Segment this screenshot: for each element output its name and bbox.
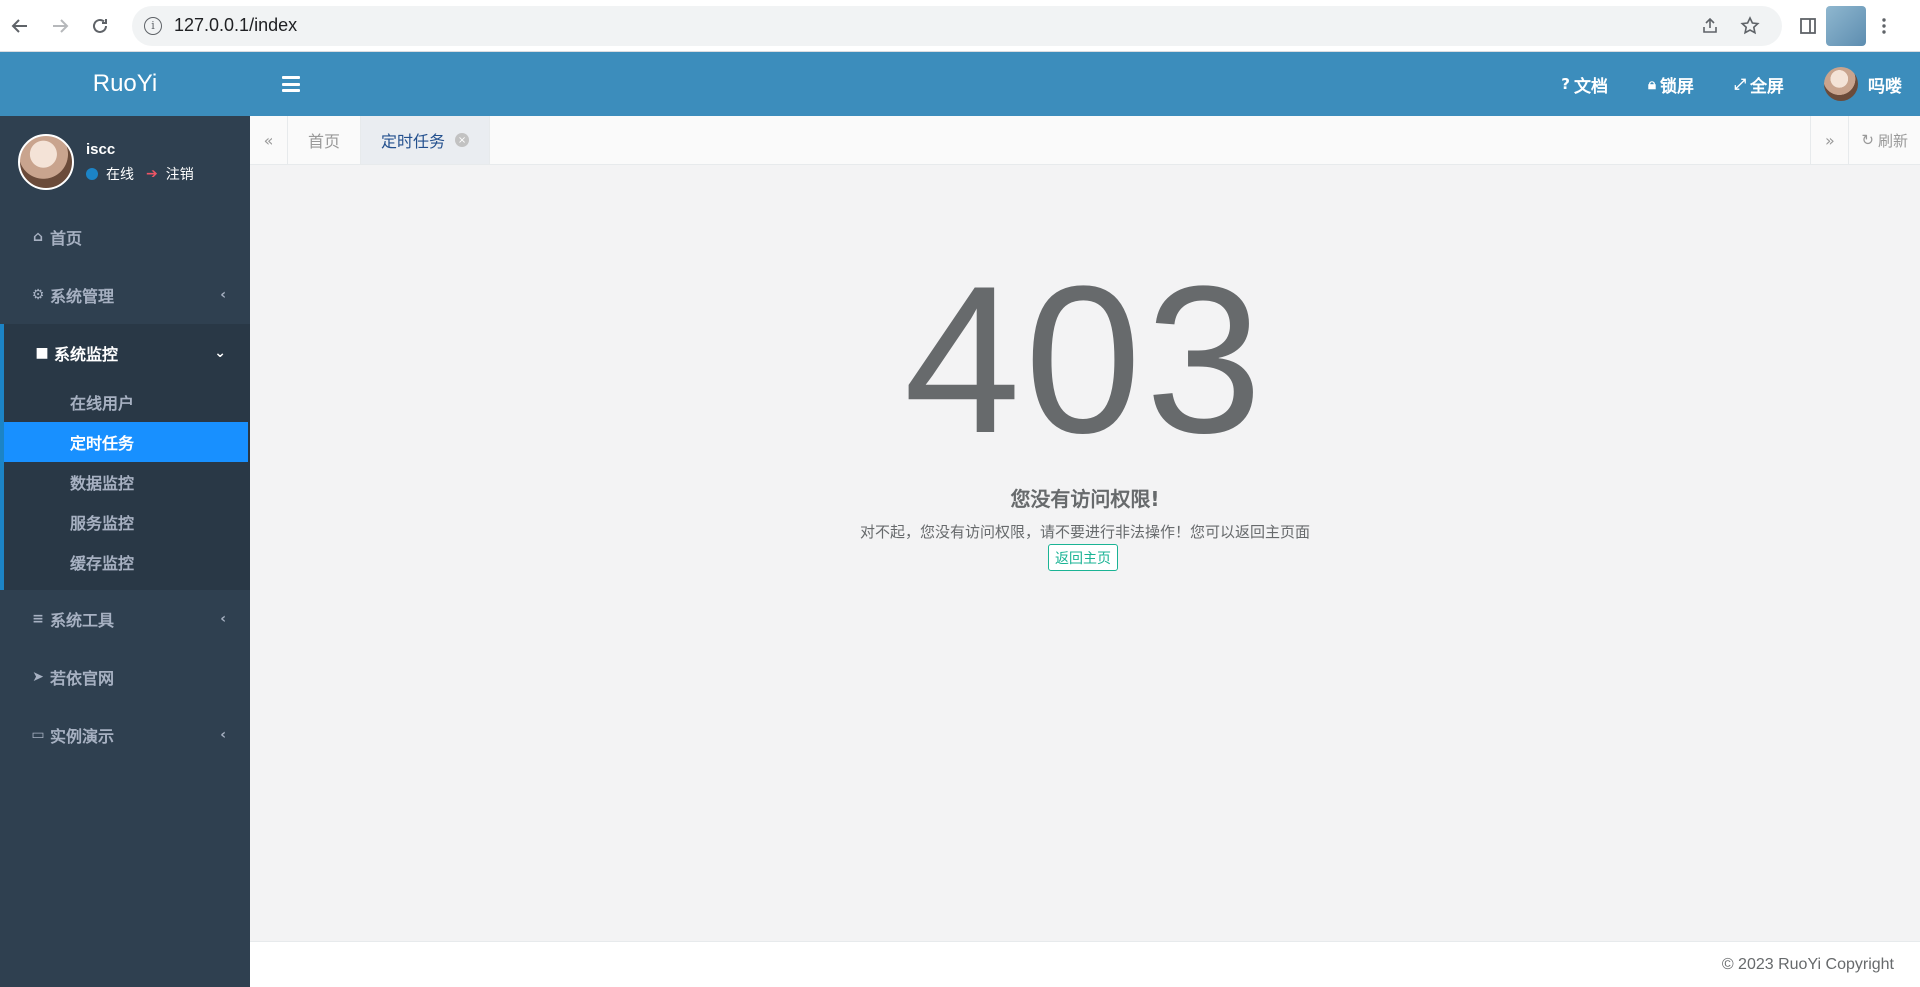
main-content: 403 您没有访问权限! 对不起，您没有访问权限，请不要进行非法操作！您可以返回… — [250, 165, 1920, 941]
docs-label: 文档 — [1574, 76, 1608, 97]
user-name: iscc — [86, 140, 116, 158]
chevron-left-icon: ‹ — [220, 727, 226, 743]
bookmark-star-icon[interactable] — [1730, 10, 1770, 42]
sidebar-item-label: 系统管理 — [50, 287, 115, 306]
chevron-left-icon: ‹ — [220, 611, 226, 627]
username-label: 吗喽 — [1868, 76, 1902, 97]
refresh-label: 刷新 — [1877, 131, 1908, 150]
sidebar-item-label: 系统工具 — [50, 611, 115, 630]
online-status: 在线 — [106, 166, 134, 183]
home-icon: ⌂ — [32, 229, 44, 245]
sidebar-item-label: 系统监控 — [54, 345, 119, 364]
sidebar-subitem-online-users[interactable]: 在线用户 — [4, 382, 250, 422]
video-icon: ■ — [35, 345, 49, 361]
lock-screen-link[interactable]: 🔒︎ 锁屏 — [1648, 72, 1694, 97]
location-arrow-icon: ➤ — [32, 669, 44, 685]
sign-out-icon[interactable]: ➔ — [146, 166, 158, 182]
sidebar: RuoYi iscc 在线 ➔ 注销 ⌂ 首页 ⚙ 系统管理 ‹ ■ 系统监控 — [0, 52, 250, 987]
page-tabs: « 首页 定时任务 × » ↻ 刷新 — [250, 116, 1920, 165]
desktop-icon: ▭ — [31, 727, 45, 743]
reload-icon[interactable] — [80, 6, 120, 46]
question-circle-icon: ? — [1561, 75, 1570, 93]
sidebar-subitem-scheduled-tasks[interactable]: 定时任务 — [4, 422, 248, 462]
sidebar-item-home[interactable]: ⌂ 首页 — [0, 208, 250, 266]
sidebar-item-system-management[interactable]: ⚙ 系统管理 ‹ — [0, 266, 250, 324]
sidebar-subitem-data-monitor[interactable]: 数据监控 — [4, 462, 250, 502]
url-text: 127.0.0.1/index — [174, 15, 298, 35]
copyright-text: © 2023 RuoYi Copyright — [1721, 955, 1894, 973]
logo[interactable]: RuoYi — [0, 52, 250, 116]
expand-icon: ⤢ — [1733, 75, 1746, 93]
user-panel: iscc 在线 ➔ 注销 — [0, 116, 250, 208]
tab-home[interactable]: 首页 — [288, 116, 362, 164]
sidebar-item-official-site[interactable]: ➤ 若依官网 — [0, 648, 250, 706]
sidebar-item-label: 若依官网 — [50, 669, 115, 688]
error-description: 对不起，您没有访问权限，请不要进行非法操作！您可以返回主页面 — [859, 523, 1310, 541]
chevron-down-icon: ⌄ — [214, 345, 226, 361]
sidebar-item-label: 实例演示 — [50, 727, 115, 746]
online-dot-icon — [86, 167, 98, 180]
sidebar-item-label: 首页 — [50, 229, 83, 248]
tab-label: 首页 — [308, 132, 341, 151]
refresh-button[interactable]: ↻ 刷新 — [1848, 116, 1920, 164]
error-title: 您没有访问权限! — [1010, 487, 1160, 511]
forward-arrow-icon[interactable] — [40, 6, 80, 46]
tabs-scroll-left-icon[interactable]: « — [250, 116, 288, 164]
user-menu[interactable]: 吗喽 — [1824, 67, 1902, 101]
sidebar-item-system-monitor[interactable]: ■ 系统监控 ⌄ — [4, 324, 250, 382]
close-icon[interactable]: × — [455, 133, 470, 147]
sidebar-subitem-service-monitor[interactable]: 服务监控 — [4, 502, 250, 542]
tab-scheduled-tasks[interactable]: 定时任务 × — [361, 116, 491, 164]
lock-icon: 🔒︎ — [1648, 75, 1656, 93]
sidebar-group-monitor: ■ 系统监控 ⌄ 在线用户 定时任务 数据监控 服务监控 缓存监控 — [0, 324, 250, 590]
hamburger-menu-icon[interactable] — [282, 76, 300, 92]
docs-link[interactable]: ? 文档 — [1561, 72, 1608, 97]
tab-label: 定时任务 — [381, 132, 446, 151]
lock-label: 锁屏 — [1659, 76, 1694, 97]
footer: © 2023 RuoYi Copyright — [250, 941, 1920, 987]
back-arrow-icon[interactable] — [0, 6, 40, 46]
avatar[interactable] — [18, 134, 74, 190]
bars-icon: ≡ — [32, 611, 44, 627]
sidebar-item-demo[interactable]: ▭ 实例演示 ‹ — [0, 706, 250, 764]
sidebar-menu: ⌂ 首页 ⚙ 系统管理 ‹ ■ 系统监控 ⌄ 在线用户 定时任务 数据监控 服务… — [0, 208, 250, 764]
gear-icon: ⚙ — [31, 287, 45, 303]
side-panel-icon[interactable] — [1790, 8, 1826, 44]
fullscreen-label: 全屏 — [1750, 76, 1784, 97]
tabs-scroll-right-icon[interactable]: » — [1810, 116, 1848, 164]
error-code: 403 — [903, 242, 1267, 477]
sidebar-item-system-tools[interactable]: ≡ 系统工具 ‹ — [0, 590, 250, 648]
back-home-button[interactable]: 返回主页 — [1048, 544, 1118, 571]
logout-link[interactable]: 注销 — [166, 164, 194, 184]
sidebar-subitem-cache-monitor[interactable]: 缓存监控 — [4, 542, 250, 582]
fullscreen-link[interactable]: ⤢ 全屏 — [1734, 72, 1784, 97]
profile-icon[interactable] — [1826, 5, 1866, 46]
chevron-left-icon: ‹ — [220, 287, 226, 303]
menu-dots-icon[interactable] — [1866, 8, 1902, 44]
top-header: ? 文档 🔒︎ 锁屏 ⤢ 全屏 吗喽 — [250, 52, 1920, 116]
avatar — [1824, 67, 1858, 101]
refresh-icon: ↻ — [1861, 131, 1874, 149]
share-icon[interactable] — [1690, 10, 1730, 42]
browser-toolbar: i 127.0.0.1/index — [0, 0, 1920, 52]
address-bar[interactable]: i 127.0.0.1/index — [132, 5, 1782, 46]
site-info-icon[interactable]: i — [144, 16, 162, 35]
